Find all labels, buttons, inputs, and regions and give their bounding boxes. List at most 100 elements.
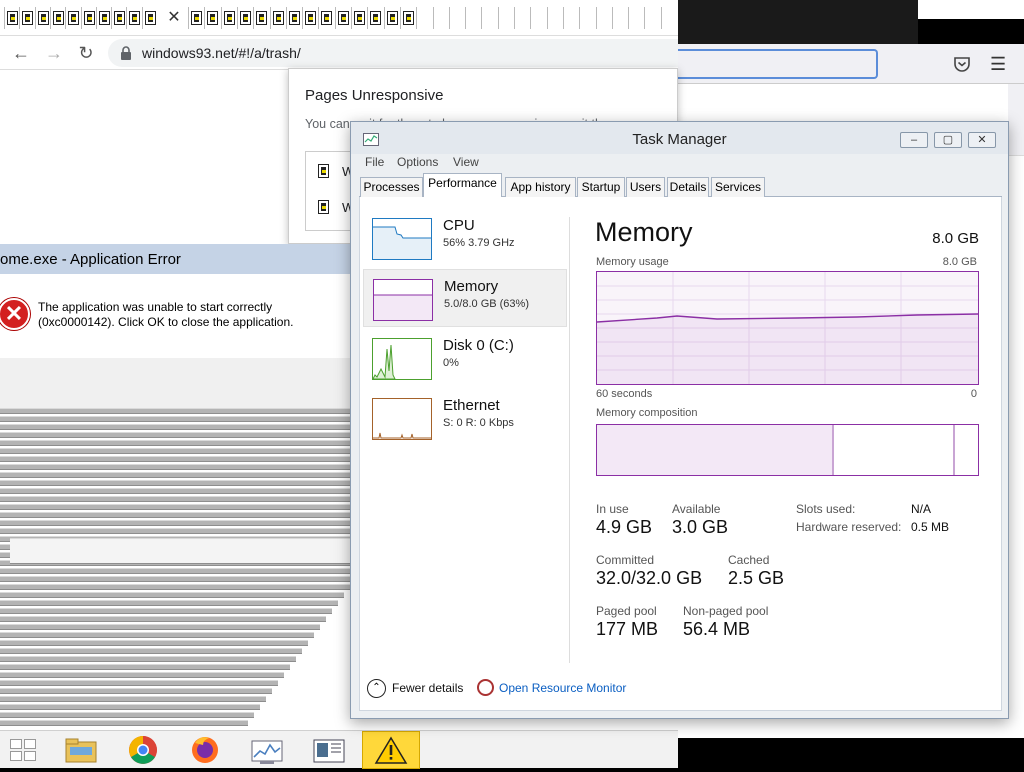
chrome-tab[interactable] [95, 7, 111, 29]
tab-performance[interactable]: Performance [423, 173, 502, 198]
trail-line [0, 696, 266, 702]
perf-item-ethernet[interactable]: Ethernet S: 0 R: 0 Kbps [363, 389, 567, 447]
fewer-details-button[interactable]: Fewer details [392, 681, 463, 695]
chevron-up-icon[interactable]: ⌃ [367, 679, 386, 698]
trail-line [0, 464, 350, 470]
chrome-tab[interactable] [49, 7, 65, 29]
chrome-tab[interactable] [318, 7, 333, 29]
chrome-tab[interactable] [562, 7, 578, 29]
chrome-tab[interactable] [399, 7, 415, 29]
chrome-tab[interactable] [188, 7, 203, 29]
perf-item-memory[interactable]: Memory 5.0/8.0 GB (63%) [363, 269, 567, 327]
chrome-tab[interactable] [644, 7, 659, 29]
chrome-tab[interactable] [302, 7, 317, 29]
tab-close-icon[interactable]: ✕ [164, 8, 184, 28]
trail-line [0, 640, 308, 646]
chrome-tab[interactable] [383, 7, 399, 29]
chrome-tab[interactable] [546, 7, 562, 29]
chrome-tab[interactable] [416, 7, 431, 29]
dialog-titlebar[interactable]: ome.exe - Application Error [0, 244, 350, 274]
chrome-tab[interactable] [481, 7, 496, 29]
trail-line [0, 712, 254, 718]
chrome-tab[interactable] [432, 7, 448, 29]
perf-name: CPU [443, 217, 475, 234]
page-favicon-icon [256, 11, 268, 25]
chrome-tab[interactable] [141, 7, 157, 29]
menu-view[interactable]: View [453, 155, 479, 169]
tab-startup[interactable]: Startup [577, 177, 625, 197]
background-tab [918, 0, 1024, 19]
menu-file[interactable]: File [365, 155, 384, 169]
tab-details[interactable]: Details [667, 177, 709, 197]
chrome-tab[interactable] [579, 7, 594, 29]
maximize-button[interactable]: ▢ [934, 132, 962, 148]
non-paged-pool-label: Non-paged pool [683, 604, 769, 618]
minimize-button[interactable]: – [900, 132, 928, 148]
tab-app-history[interactable]: App history [505, 177, 576, 197]
page-favicon-icon [318, 200, 329, 214]
chrome-tab[interactable] [253, 7, 268, 29]
x-axis-left-label: 60 seconds [596, 388, 653, 400]
chrome-tab[interactable] [19, 7, 34, 29]
page-favicon-icon [207, 11, 219, 25]
chrome-tab[interactable] [220, 7, 236, 29]
warning-taskbar-button[interactable] [362, 731, 420, 769]
page-favicon-icon [22, 11, 34, 25]
perf-item-disk[interactable]: Disk 0 (C:) 0% [363, 329, 567, 387]
chrome-tab[interactable] [497, 7, 513, 29]
chrome-tab[interactable] [34, 7, 50, 29]
chrome-tab[interactable] [126, 7, 141, 29]
trail-line [0, 608, 332, 614]
back-arrow-icon[interactable]: ← [10, 42, 32, 64]
address-bar[interactable]: windows93.net/#!/a/trash/ [108, 39, 678, 67]
chrome-tab[interactable] [4, 7, 19, 29]
chrome-tab[interactable] [285, 7, 301, 29]
page-favicon-icon [321, 11, 333, 25]
tab-services[interactable]: Services [711, 177, 765, 197]
window-titlebar[interactable]: Task Manager – ▢ ✕ [351, 122, 1008, 154]
close-button[interactable]: ✕ [968, 132, 996, 148]
tab-processes[interactable]: Processes [360, 177, 423, 197]
perf-name: Ethernet [443, 397, 500, 414]
firefox-taskbar-button[interactable] [176, 731, 234, 769]
reload-icon[interactable]: ↻ [75, 42, 97, 64]
chrome-tab[interactable] [269, 7, 285, 29]
chrome-tab[interactable] [628, 7, 643, 29]
chrome-tab[interactable] [660, 7, 676, 29]
tab-bar: Processes Performance App history Startu… [359, 173, 1002, 198]
forward-arrow-icon[interactable]: → [43, 42, 65, 64]
usage-max-label: 8.0 GB [942, 256, 977, 268]
chrome-tab[interactable] [236, 7, 252, 29]
start-button[interactable] [10, 739, 38, 763]
chrome-tab[interactable] [611, 7, 627, 29]
trail-line [0, 672, 284, 678]
memory-usage-graph [596, 271, 979, 385]
chrome-tab[interactable] [204, 7, 219, 29]
chrome-tab[interactable] [530, 7, 545, 29]
chrome-tab[interactable] [111, 7, 126, 29]
chrome-tab[interactable] [465, 7, 480, 29]
chrome-tab[interactable] [595, 7, 611, 29]
chrome-tab[interactable] [367, 7, 382, 29]
chrome-tab[interactable] [80, 7, 96, 29]
perf-item-cpu[interactable]: CPU 56% 3.79 GHz [363, 209, 567, 267]
resource-monitor-taskbar-button[interactable] [238, 731, 296, 769]
chrome-tab[interactable] [334, 7, 350, 29]
news-taskbar-button[interactable] [300, 731, 358, 769]
chrome-tab[interactable] [448, 7, 464, 29]
tab-users[interactable]: Users [626, 177, 665, 197]
chrome-taskbar-button[interactable] [114, 731, 172, 769]
url-text: windows93.net/#!/a/trash/ [142, 45, 301, 61]
trail-line [0, 568, 350, 574]
cached-value: 2.5 GB [728, 568, 785, 588]
pocket-icon[interactable] [952, 54, 972, 74]
chrome-tab[interactable] [65, 7, 80, 29]
file-explorer-taskbar-button[interactable] [52, 731, 110, 769]
lock-icon [120, 46, 132, 60]
background-url-bar[interactable] [678, 49, 878, 79]
open-resource-monitor-link[interactable]: Open Resource Monitor [499, 681, 626, 695]
chrome-tab[interactable] [351, 7, 366, 29]
hamburger-menu-icon[interactable]: ☰ [990, 55, 1010, 73]
menu-options[interactable]: Options [397, 155, 438, 169]
chrome-tab[interactable] [514, 7, 529, 29]
